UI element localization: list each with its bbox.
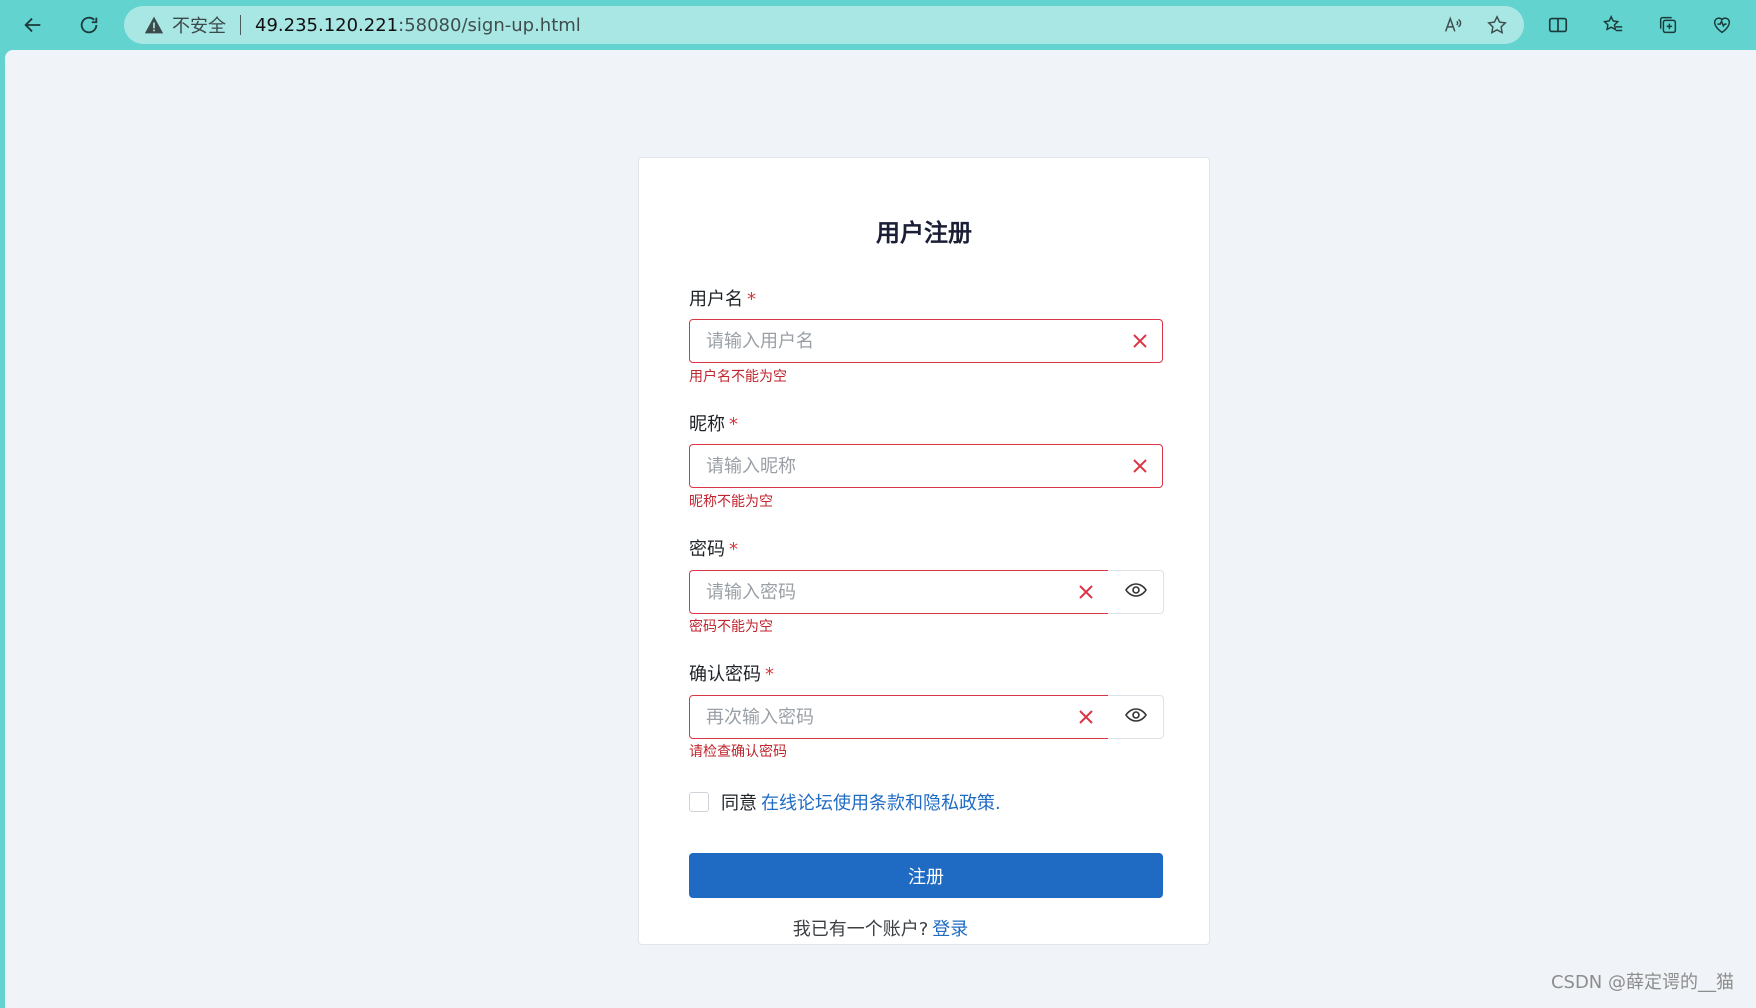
required-mark: * (747, 289, 756, 310)
username-error: 用户名不能为空 (689, 369, 787, 385)
split-screen-icon[interactable] (1539, 6, 1577, 44)
login-link[interactable]: 登录 (932, 919, 968, 940)
browser-essentials-icon[interactable] (1703, 6, 1741, 44)
collections-icon[interactable] (1649, 6, 1687, 44)
password-error: 密码不能为空 (689, 619, 773, 635)
favorites-icon[interactable] (1594, 6, 1632, 44)
nickname-label: 昵称 * (689, 410, 738, 436)
have-account-text: 我已有一个账户? (792, 919, 929, 940)
confirm-password-visibility-button[interactable] (1108, 695, 1164, 739)
nickname-label-text: 昵称 (689, 414, 725, 435)
terms-link[interactable]: 在线论坛使用条款和隐私政策. (761, 789, 1001, 815)
favorite-star-icon[interactable] (1486, 14, 1508, 36)
password-label: 密码 * (689, 535, 738, 561)
required-mark: * (729, 539, 738, 560)
register-button[interactable]: 注册 (689, 853, 1163, 898)
page-title: 用户注册 (876, 219, 972, 247)
eye-icon (1124, 578, 1148, 606)
refresh-icon[interactable] (70, 6, 108, 44)
username-field[interactable] (689, 319, 1163, 363)
login-prompt: 我已有一个账户? 登录 (5, 915, 1756, 941)
terms-agreement: 同意 在线论坛使用条款和隐私政策. (689, 789, 1001, 815)
browser-toolbar: 不安全 49.235.120.221:58080/sign-up.html (0, 0, 1756, 50)
password-input[interactable] (704, 571, 1048, 614)
error-x-icon (1076, 582, 1096, 602)
username-input[interactable] (704, 320, 1088, 363)
security-label[interactable]: 不安全 (172, 12, 226, 38)
eye-icon (1124, 703, 1148, 731)
password-label-text: 密码 (689, 539, 725, 560)
url-path: :58080/sign-up.html (398, 14, 581, 36)
required-mark: * (729, 414, 738, 435)
page-viewport: 用户注册 用户名* 用户名不能为空 昵称* 昵称不能为空 密码* (5, 50, 1756, 1008)
read-aloud-icon[interactable] (1442, 14, 1464, 36)
signup-card: 用户注册 用户名* 用户名不能为空 昵称* 昵称不能为空 密码* (638, 157, 1210, 945)
url-host: 49.235.120.221 (255, 14, 399, 36)
confirm-password-label: 确认密码 * (689, 660, 774, 686)
confirm-password-error: 请检查确认密码 (689, 744, 787, 760)
confirm-password-input[interactable] (704, 696, 1048, 739)
nickname-input[interactable] (704, 445, 1088, 488)
terms-checkbox[interactable] (689, 792, 709, 812)
required-mark: * (765, 664, 774, 685)
nickname-error: 昵称不能为空 (689, 494, 773, 510)
password-visibility-button[interactable] (1108, 570, 1164, 614)
address-bar[interactable]: 不安全 49.235.120.221:58080/sign-up.html (124, 6, 1524, 44)
error-x-icon (1130, 331, 1150, 351)
username-label: 用户名 * (689, 285, 756, 311)
watermark: CSDN @薛定谔的__猫 (1550, 972, 1734, 993)
agree-prefix: 同意 (721, 793, 757, 814)
confirm-password-field[interactable] (689, 695, 1109, 739)
back-icon[interactable] (14, 6, 52, 44)
password-field[interactable] (689, 570, 1109, 614)
error-x-icon (1076, 707, 1096, 727)
url-text[interactable]: 49.235.120.221:58080/sign-up.html (255, 15, 581, 36)
warning-icon (144, 15, 164, 35)
error-x-icon (1130, 456, 1150, 476)
nickname-field[interactable] (689, 444, 1163, 488)
address-separator (240, 15, 241, 35)
confirm-password-label-text: 确认密码 (689, 664, 761, 685)
username-label-text: 用户名 (689, 289, 743, 310)
